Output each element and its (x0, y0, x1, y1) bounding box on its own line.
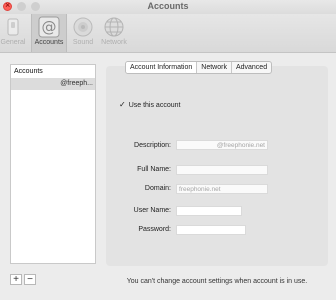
accounts-list-header: Accounts (14, 68, 43, 75)
description-field[interactable]: @freephonie.net (176, 140, 268, 150)
account-in-use-message: You can't change account settings when a… (126, 278, 308, 285)
full-name-field[interactable] (176, 165, 268, 175)
toolbar-item-sound[interactable]: Sound (70, 14, 96, 52)
svg-text:@: @ (42, 18, 57, 36)
settings-tab-bar: Account Information Network Advanced (125, 61, 273, 74)
user-name-field[interactable] (176, 206, 242, 216)
tab-network[interactable]: Network (197, 62, 232, 73)
account-list-item[interactable]: @freeph... (11, 78, 95, 90)
user-name-label: User Name: (133, 207, 171, 214)
tab-advanced[interactable]: Advanced (232, 62, 271, 73)
password-field[interactable] (176, 225, 246, 235)
title-bar: Accounts (0, 0, 336, 14)
preferences-toolbar: General @ Accounts Sound Network (0, 14, 336, 53)
password-label: Password: (138, 226, 171, 233)
domain-label: Domain: (144, 185, 171, 192)
use-account-label: Use this account (128, 102, 181, 109)
checkmark-icon: ✓ (119, 100, 126, 109)
toolbar-item-label: General (0, 39, 26, 46)
domain-field[interactable]: freephonie.net (176, 184, 268, 194)
toolbar-item-label: Accounts (34, 39, 64, 46)
accounts-list: Accounts @freeph... (10, 64, 96, 264)
toolbar-item-label: Network (101, 39, 127, 46)
globe-icon (104, 17, 124, 37)
description-label: Description: (134, 142, 171, 149)
use-account-checkbox[interactable]: ✓ Use this account (119, 100, 180, 109)
toolbar-item-network[interactable]: Network (99, 14, 129, 52)
window-title: Accounts (147, 1, 189, 11)
toolbar-item-accounts[interactable]: @ Accounts (31, 14, 67, 52)
full-name-label: Full Name: (137, 166, 171, 173)
switch-icon (7, 18, 19, 36)
tab-account-information[interactable]: Account Information (126, 62, 198, 73)
toolbar-item-label: Sound (72, 39, 94, 46)
at-sign-icon: @ (38, 16, 60, 38)
remove-account-button[interactable]: − (24, 274, 36, 285)
toolbar-item-general[interactable]: General (0, 14, 26, 52)
add-account-button[interactable]: + (10, 274, 22, 285)
speaker-icon (73, 17, 93, 37)
